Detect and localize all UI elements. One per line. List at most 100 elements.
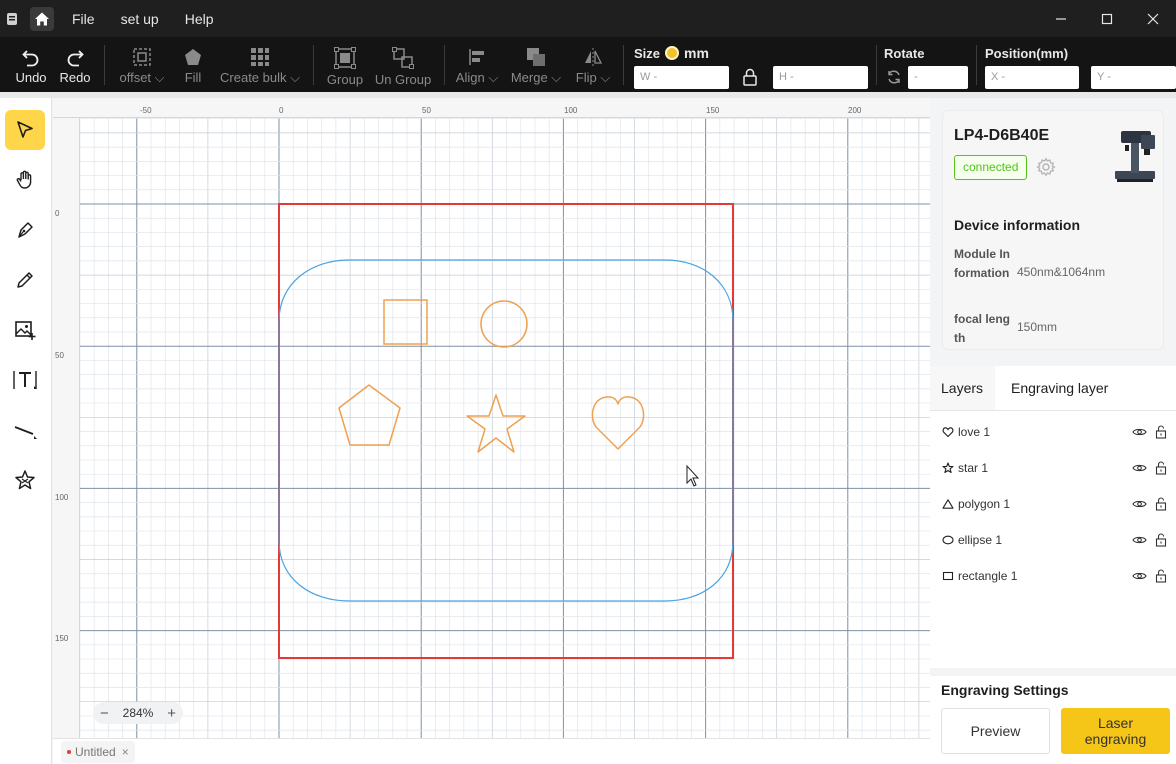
minimize-button[interactable] bbox=[1038, 0, 1084, 37]
pencil-tool[interactable] bbox=[5, 260, 45, 300]
ungroup-icon bbox=[392, 47, 414, 69]
close-icon bbox=[1147, 13, 1159, 24]
toolbar-divider bbox=[876, 45, 877, 85]
hand-tool[interactable] bbox=[5, 160, 45, 200]
ruler-v-label: 0 bbox=[55, 209, 60, 218]
eye-icon[interactable] bbox=[1128, 424, 1150, 440]
pen-nib-icon bbox=[18, 222, 33, 238]
undo-button[interactable]: Undo bbox=[12, 37, 50, 92]
star-icon bbox=[940, 460, 956, 476]
layer-name: polygon 1 bbox=[958, 497, 1011, 511]
star-shape[interactable] bbox=[466, 394, 526, 453]
heart-shape[interactable] bbox=[591, 396, 645, 450]
position-x-input[interactable]: X - bbox=[985, 66, 1079, 89]
eye-icon[interactable] bbox=[1128, 532, 1150, 548]
size-label: Size bbox=[634, 46, 661, 61]
document-tabs: Untitled × bbox=[53, 738, 930, 764]
rounded-board-outline bbox=[278, 259, 734, 602]
redo-button[interactable]: Redo bbox=[56, 37, 94, 92]
layer-name: star 1 bbox=[958, 461, 989, 475]
position-y-input[interactable]: Y - bbox=[1091, 66, 1176, 89]
tab-close-icon[interactable]: × bbox=[122, 745, 129, 759]
flip-button[interactable]: Flip ⌵ bbox=[574, 37, 612, 92]
preview-button[interactable]: Preview bbox=[941, 708, 1050, 754]
unlock-icon[interactable] bbox=[1150, 496, 1172, 512]
ellipse-shape[interactable] bbox=[480, 300, 528, 348]
group-label: Group bbox=[326, 72, 364, 87]
tab-engraving-layer[interactable]: Engraving layer bbox=[1011, 380, 1108, 396]
ruler-h-label: -50 bbox=[140, 106, 152, 115]
rotate-icon[interactable] bbox=[886, 69, 902, 85]
menu-setup[interactable]: set up bbox=[121, 11, 159, 27]
ruler-v-label: 50 bbox=[55, 351, 64, 360]
close-button[interactable] bbox=[1130, 0, 1176, 37]
zoom-out-button[interactable]: − bbox=[100, 705, 109, 722]
unlock-icon[interactable] bbox=[1150, 532, 1172, 548]
unlock-icon[interactable] bbox=[1150, 424, 1172, 440]
menu-file[interactable]: File bbox=[72, 11, 95, 27]
merge-button[interactable]: Merge ⌵ bbox=[510, 37, 562, 92]
align-button[interactable]: Align ⌵ bbox=[454, 37, 500, 92]
select-tool[interactable] bbox=[5, 110, 45, 150]
eye-icon[interactable] bbox=[1128, 496, 1150, 512]
create-bulk-label: Create bulk ⌵ bbox=[220, 70, 300, 85]
layer-row[interactable]: rectangle 1 bbox=[940, 559, 1172, 593]
minimize-icon bbox=[1056, 17, 1066, 20]
ruler-vertical: 0 50 100 150 bbox=[53, 118, 80, 738]
undo-icon bbox=[22, 50, 39, 67]
image-tool[interactable] bbox=[5, 310, 45, 350]
merge-icon bbox=[527, 48, 545, 66]
ungroup-label: Un Group bbox=[374, 72, 432, 87]
layer-row[interactable]: star 1 bbox=[940, 451, 1172, 485]
eye-icon[interactable] bbox=[1128, 568, 1150, 584]
canvas-area[interactable]: -50 0 50 100 150 200 0 50 100 150 − 284%… bbox=[53, 98, 930, 738]
pentagon-fill-icon bbox=[185, 49, 201, 65]
layer-row[interactable]: love 1 bbox=[940, 415, 1172, 449]
device-name: LP4-D6B40E bbox=[954, 127, 1050, 144]
zoom-in-button[interactable]: + bbox=[167, 705, 176, 722]
ruler-v-label: 100 bbox=[55, 493, 69, 502]
right-panel: LP4-D6B40E connected Device information … bbox=[930, 98, 1176, 764]
line-tool[interactable] bbox=[5, 410, 45, 450]
lock-icon[interactable] bbox=[742, 68, 758, 86]
layer-name: ellipse 1 bbox=[958, 533, 1003, 547]
unlock-icon[interactable] bbox=[1150, 460, 1172, 476]
offset-button[interactable]: offset ⌵ bbox=[116, 37, 168, 92]
gear-icon[interactable] bbox=[1036, 157, 1056, 177]
polygon-shape[interactable] bbox=[338, 384, 401, 446]
cursor-arrow-icon bbox=[17, 121, 33, 138]
design-canvas[interactable] bbox=[53, 98, 930, 738]
layer-row[interactable]: polygon 1 bbox=[940, 487, 1172, 521]
pen-tool[interactable] bbox=[5, 210, 45, 250]
offset-label: offset ⌵ bbox=[119, 70, 165, 85]
unlock-icon[interactable] bbox=[1150, 568, 1172, 584]
document-tab[interactable]: Untitled × bbox=[61, 741, 135, 763]
menu-help[interactable]: Help bbox=[185, 11, 214, 27]
title-bar: File set up Help bbox=[0, 0, 1176, 37]
device-card: LP4-D6B40E connected Device information … bbox=[942, 110, 1164, 350]
unit-toggle[interactable] bbox=[665, 46, 679, 60]
layer-row[interactable]: ellipse 1 bbox=[940, 523, 1172, 557]
ungroup-button[interactable]: Un Group bbox=[372, 37, 434, 92]
height-input[interactable]: H - bbox=[773, 66, 868, 89]
fill-button[interactable]: Fill bbox=[176, 37, 210, 92]
heart-icon bbox=[940, 424, 956, 440]
shape-tool[interactable] bbox=[5, 460, 45, 500]
maximize-button[interactable] bbox=[1084, 0, 1130, 37]
home-button[interactable] bbox=[30, 6, 54, 31]
text-tool[interactable] bbox=[5, 360, 45, 400]
group-button[interactable]: Group bbox=[325, 37, 365, 92]
ruler-v-label: 150 bbox=[55, 634, 69, 643]
module-info-key: Module Information bbox=[954, 247, 1010, 280]
tab-layers[interactable]: Layers bbox=[941, 380, 983, 396]
laser-engraving-button[interactable]: Laser engraving bbox=[1061, 708, 1170, 754]
rectangle-shape[interactable] bbox=[383, 299, 428, 345]
rotate-input[interactable]: - bbox=[908, 66, 968, 89]
width-input[interactable]: W - bbox=[634, 66, 729, 89]
size-unit-label: mm bbox=[684, 45, 709, 61]
ruler-h-label: 200 bbox=[848, 106, 862, 115]
zoom-level: 284% bbox=[122, 706, 154, 720]
line-icon bbox=[14, 426, 37, 439]
create-bulk-button[interactable]: Create bulk ⌵ bbox=[218, 37, 302, 92]
eye-icon[interactable] bbox=[1128, 460, 1150, 476]
